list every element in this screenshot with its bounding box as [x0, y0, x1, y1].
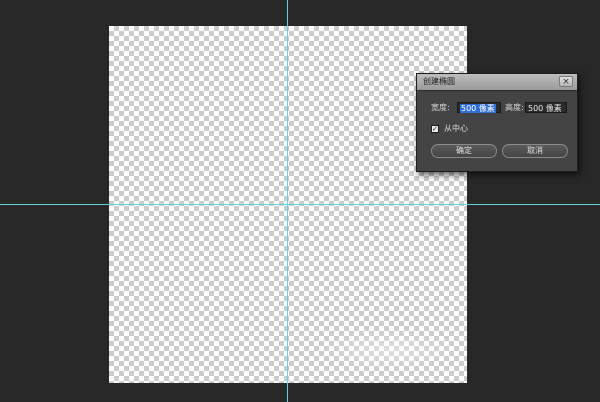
width-value: 500 像素	[460, 104, 496, 113]
vertical-guide[interactable]	[287, 0, 288, 402]
watermark	[320, 330, 460, 370]
checkmark-icon: ✓	[432, 125, 438, 133]
ok-button-label: 确定	[456, 146, 472, 155]
cancel-button[interactable]: 取消	[502, 144, 568, 158]
dialog-titlebar[interactable]: 创建椭圆 ×	[417, 74, 577, 91]
cancel-button-label: 取消	[527, 146, 543, 155]
horizontal-guide[interactable]	[0, 204, 600, 205]
width-label: 宽度:	[431, 103, 450, 112]
height-label: 高度:	[505, 103, 524, 112]
height-field[interactable]: 500 像素	[525, 102, 567, 113]
from-center-checkbox[interactable]: ✓	[431, 125, 439, 133]
dialog-title: 创建椭圆	[423, 77, 455, 86]
width-field[interactable]: 500 像素	[457, 102, 501, 113]
close-button[interactable]: ×	[559, 76, 573, 87]
create-ellipse-dialog: 创建椭圆 × 宽度: 500 像素 高度: 500 像素 ✓ 从中心 确定 取消	[416, 73, 578, 172]
ok-button[interactable]: 确定	[431, 144, 497, 158]
close-icon: ×	[562, 77, 570, 87]
height-value: 500 像素	[528, 104, 562, 113]
from-center-label: 从中心	[444, 124, 468, 133]
workspace: 创建椭圆 × 宽度: 500 像素 高度: 500 像素 ✓ 从中心 确定 取消	[0, 0, 600, 402]
